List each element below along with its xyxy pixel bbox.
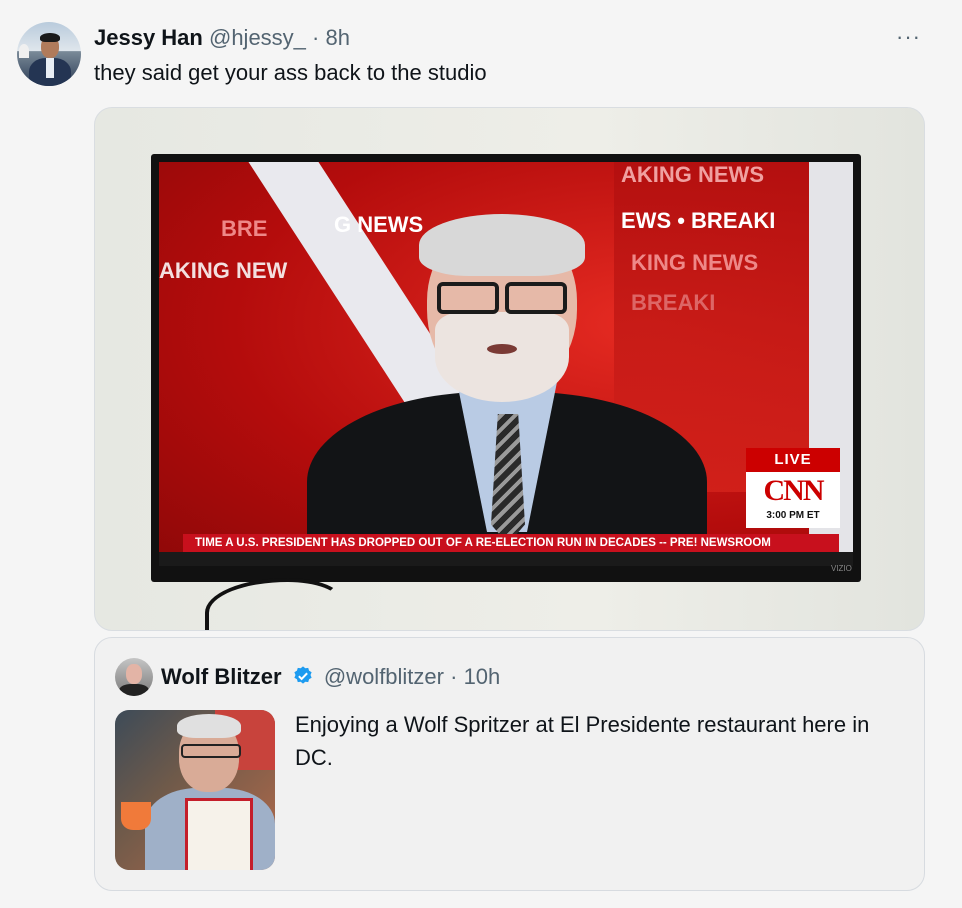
- broadcast-time: 3:00 PM ET: [766, 510, 820, 521]
- quoted-author-avatar[interactable]: [115, 658, 153, 696]
- spritzer-drink: [121, 802, 151, 830]
- tv-screen: BRE AKING NEW G NEWS AKING NEWS EWS • BR…: [159, 162, 853, 566]
- cnn-bug: LIVE CNN 3:00 PM ET: [746, 448, 840, 528]
- quoted-time[interactable]: 10h: [464, 664, 501, 689]
- separator: ·: [312, 25, 320, 50]
- avatar-shirt: [46, 58, 54, 78]
- tweet[interactable]: Jessy Han @hjessy_ · 8h ··· they said ge…: [0, 0, 962, 908]
- separator: ·: [450, 664, 458, 689]
- tv-cable: [205, 578, 343, 630]
- quoted-media-thumbnail[interactable]: [115, 710, 275, 870]
- more-options-icon[interactable]: ···: [896, 24, 921, 50]
- tweet-media-image[interactable]: BRE AKING NEW G NEWS AKING NEWS EWS • BR…: [94, 107, 925, 631]
- tweet-text: they said get your ass back to the studi…: [94, 60, 487, 85]
- menu-card: [185, 798, 253, 870]
- breaking-text: AKING NEWS: [621, 162, 764, 187]
- anchor-hair: [419, 214, 585, 276]
- author-avatar[interactable]: [17, 22, 81, 86]
- lower-third-ticker: TIME A U.S. PRESIDENT HAS DROPPED OUT OF…: [183, 534, 839, 552]
- anchor: [307, 192, 707, 566]
- anchor-mouth: [487, 344, 517, 354]
- author-name[interactable]: Jessy Han: [94, 25, 203, 50]
- tv-brand: VIZIO: [831, 564, 852, 573]
- live-badge: LIVE: [746, 448, 840, 472]
- tv-set: BRE AKING NEW G NEWS AKING NEWS EWS • BR…: [151, 154, 861, 582]
- quoted-author-name[interactable]: Wolf Blitzer: [161, 664, 282, 689]
- cnn-logo: CNN: [763, 474, 825, 507]
- quoted-tweet[interactable]: Wolf Blitzer @wolfblitzer · 10h Enjoying…: [94, 637, 925, 891]
- tweet-time[interactable]: 8h: [326, 25, 350, 50]
- capitol-dome-graphic: [19, 44, 29, 58]
- quoted-text: Enjoying a Wolf Spritzer at El President…: [295, 712, 870, 770]
- breaking-text: AKING NEW: [159, 258, 288, 283]
- author-handle[interactable]: @hjessy_: [209, 25, 306, 50]
- quoted-author-handle[interactable]: @wolfblitzer: [324, 664, 444, 689]
- avatar-hair: [40, 33, 60, 42]
- lower-ticker-bar: [159, 552, 853, 566]
- anchor-beard: [435, 312, 569, 402]
- tweet-header: Jessy Han @hjessy_ · 8h: [94, 24, 350, 52]
- quoted-header: Wolf Blitzer @wolfblitzer · 10h: [161, 663, 500, 694]
- breaking-text: BRE: [221, 216, 268, 241]
- anchor-glasses: [437, 282, 567, 314]
- verified-badge-icon: [292, 665, 314, 694]
